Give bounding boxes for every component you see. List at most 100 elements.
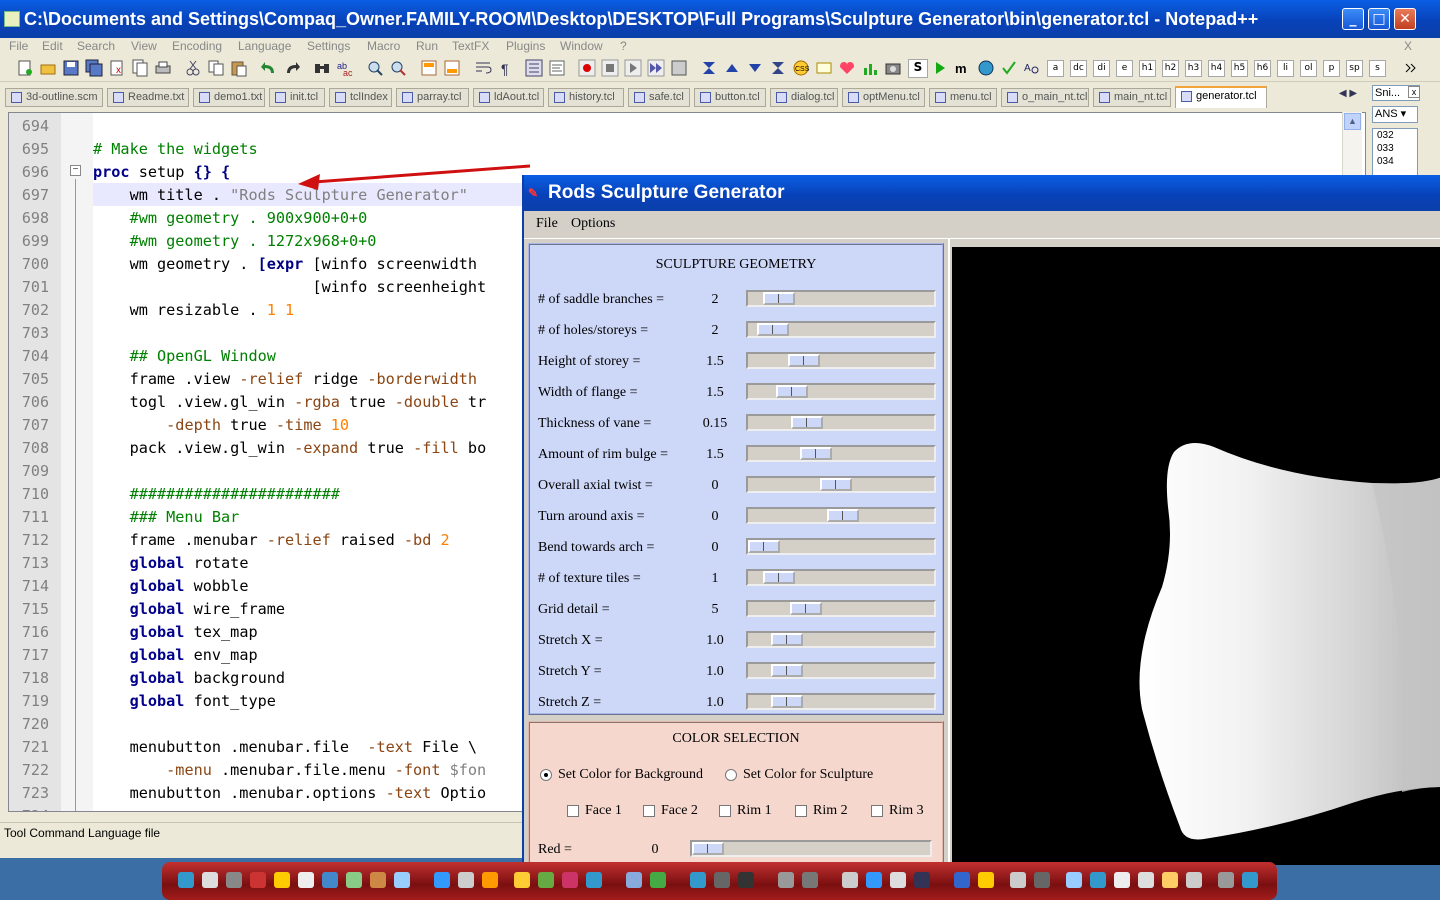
app-icon[interactable] xyxy=(434,872,450,888)
tab-o-main-nt[interactable]: o_main_nt.tcl xyxy=(1001,88,1089,107)
minimize-button[interactable]: _ xyxy=(1342,8,1364,30)
app-icon[interactable] xyxy=(778,872,794,888)
record-macro-icon[interactable] xyxy=(578,59,596,77)
toolbar-overflow-icon[interactable] xyxy=(1402,59,1420,77)
checkbox-box[interactable] xyxy=(719,805,731,817)
slider-trough[interactable] xyxy=(746,662,936,679)
code-line[interactable]: wm geometry . [expr [winfo screenwidth xyxy=(93,253,477,276)
toolbar-h5-button[interactable]: h5 xyxy=(1231,60,1248,77)
new-file-icon[interactable] xyxy=(16,59,34,77)
app-icon[interactable] xyxy=(802,872,818,888)
tab-dialog[interactable]: dialog.tcl xyxy=(770,88,838,107)
menu-window[interactable]: Window xyxy=(560,39,603,53)
app-icon[interactable] xyxy=(250,872,266,888)
toolbar-a-button[interactable]: a xyxy=(1047,60,1064,77)
tab-optmenu[interactable]: optMenu.tcl xyxy=(842,88,925,107)
slider-thumb[interactable] xyxy=(771,633,803,646)
paste-icon[interactable] xyxy=(230,59,248,77)
textfx-icon[interactable] xyxy=(650,872,666,888)
save-icon[interactable] xyxy=(62,59,80,77)
app-icon[interactable] xyxy=(1138,872,1154,888)
tab-ldaout[interactable]: ldAout.tcl xyxy=(473,88,544,107)
run-icon[interactable] xyxy=(931,59,949,77)
undo-icon[interactable] xyxy=(260,59,278,77)
html-tidy-icon[interactable] xyxy=(815,59,833,77)
code-line[interactable]: global background xyxy=(93,667,285,690)
app-icon[interactable] xyxy=(1114,872,1130,888)
app-icon[interactable] xyxy=(482,872,498,888)
slider-trough[interactable] xyxy=(746,507,936,524)
toolbar-s-button[interactable]: S xyxy=(908,59,928,78)
globe-icon[interactable] xyxy=(977,59,995,77)
close-all-icon[interactable] xyxy=(131,59,149,77)
copy-icon[interactable] xyxy=(207,59,225,77)
code-line[interactable]: frame .view -relief ridge -borderwidth xyxy=(93,368,478,391)
run-macro-multiple-icon[interactable] xyxy=(647,59,665,77)
tab-scroll-arrows[interactable]: ◀ ▶ xyxy=(1334,88,1362,104)
menu-macro[interactable]: Macro xyxy=(367,39,400,53)
code-line[interactable]: menubutton .menubar.options -text Optio xyxy=(93,782,487,805)
find-text-icon[interactable]: A xyxy=(1023,59,1041,77)
tab-readme[interactable]: Readme.txt xyxy=(107,88,189,107)
app-icon[interactable] xyxy=(1066,872,1082,888)
toolbar-dc-button[interactable]: dc xyxy=(1070,60,1087,77)
code-line[interactable]: [winfo screenheight xyxy=(93,276,486,299)
tab-main-nt[interactable]: main_nt.tcl xyxy=(1093,88,1171,107)
panel-close-icon[interactable]: x xyxy=(1408,86,1420,98)
slider-trough[interactable] xyxy=(746,383,936,400)
scroll-up-icon[interactable]: ▲ xyxy=(1344,113,1361,130)
close-file-icon[interactable]: x xyxy=(108,59,126,77)
code-line[interactable]: global tex_map xyxy=(93,621,258,644)
toolbar-h6-button[interactable]: h6 xyxy=(1254,60,1271,77)
list-item[interactable]: 033 xyxy=(1377,142,1417,155)
chart-icon[interactable] xyxy=(861,59,879,77)
red-slider-thumb[interactable] xyxy=(692,842,724,855)
red-slider[interactable] xyxy=(690,840,932,857)
play-macro-icon[interactable] xyxy=(624,59,642,77)
menu-close-doc[interactable]: X xyxy=(1404,39,1412,53)
code-line[interactable]: #wm geometry . 1272x968+0+0 xyxy=(93,230,377,253)
tab-history[interactable]: history.tcl xyxy=(548,88,624,107)
tab-button[interactable]: button.tcl xyxy=(694,88,766,107)
radio-sculpture[interactable]: Set Color for Sculpture xyxy=(721,767,873,783)
favorite-heart-icon[interactable] xyxy=(838,59,856,77)
app-icon[interactable] xyxy=(690,872,706,888)
app-icon[interactable] xyxy=(842,872,858,888)
toolbar-h3-button[interactable]: h3 xyxy=(1185,60,1202,77)
code-line[interactable]: frame .menubar -relief raised -bd 2 xyxy=(93,529,450,552)
app-icon[interactable] xyxy=(586,872,602,888)
slider-trough[interactable] xyxy=(746,352,936,369)
slider-thumb[interactable] xyxy=(790,602,822,615)
checkbox-rim-2[interactable]: Rim 2 xyxy=(793,803,848,819)
menu-plugins[interactable]: Plugins xyxy=(506,39,545,53)
toolbar-ol-button[interactable]: ol xyxy=(1300,60,1317,77)
checkbox-rim-1[interactable]: Rim 1 xyxy=(717,803,772,819)
app-icon[interactable] xyxy=(890,872,906,888)
cut-icon[interactable] xyxy=(184,59,202,77)
checkbox-face-1[interactable]: Face 1 xyxy=(565,803,622,819)
slider-thumb[interactable] xyxy=(800,447,832,460)
app-icon[interactable] xyxy=(562,872,578,888)
code-line[interactable]: global wire_frame xyxy=(93,598,285,621)
slider-trough[interactable] xyxy=(746,321,936,338)
tab-safe[interactable]: safe.tcl xyxy=(628,88,690,107)
code-line[interactable]: global env_map xyxy=(93,644,258,667)
list-item[interactable]: 032 xyxy=(1377,129,1417,142)
toolbar-h4-button[interactable]: h4 xyxy=(1208,60,1225,77)
checkbox-box[interactable] xyxy=(643,805,655,817)
checkbox-face-2[interactable]: Face 2 xyxy=(641,803,698,819)
slider-trough[interactable] xyxy=(746,538,936,555)
replace-icon[interactable]: abac xyxy=(336,59,354,77)
checkbox-box[interactable] xyxy=(567,805,579,817)
toolbar-sp-button[interactable]: sp xyxy=(1346,60,1363,77)
code-line[interactable]: pack .view.gl_win -expand true -fill bo xyxy=(93,437,487,460)
arrow-down-icon[interactable] xyxy=(746,59,764,77)
app-icon[interactable] xyxy=(394,872,410,888)
slider-thumb[interactable] xyxy=(771,664,803,677)
toolbar-s-small-button[interactable]: s xyxy=(1369,60,1386,77)
slider-thumb[interactable] xyxy=(763,571,795,584)
stop-macro-icon[interactable] xyxy=(601,59,619,77)
app-icon[interactable] xyxy=(978,872,994,888)
npp-title-bar[interactable]: C:\Documents and Settings\Compaq_Owner.F… xyxy=(0,0,1440,38)
menu-search[interactable]: Search xyxy=(77,39,115,53)
